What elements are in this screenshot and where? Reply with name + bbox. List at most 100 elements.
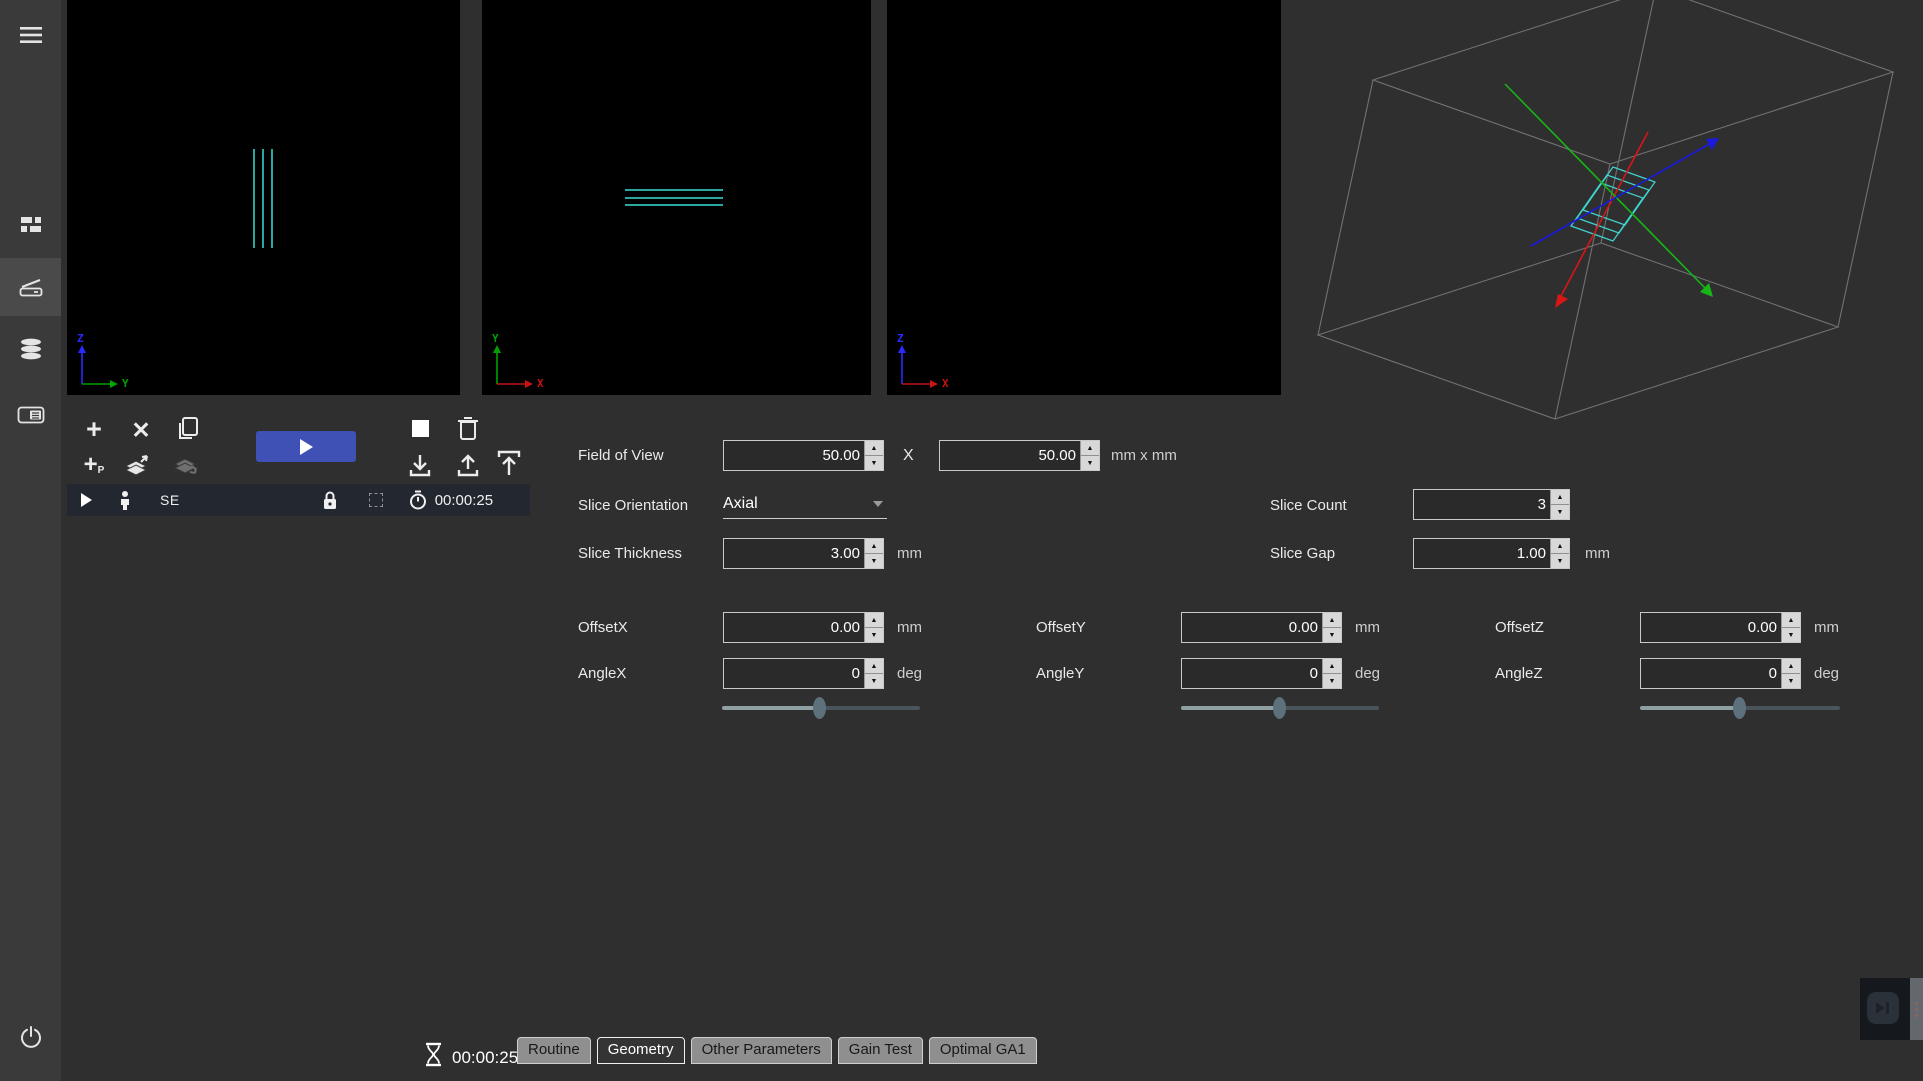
upload-button[interactable]: [450, 448, 486, 482]
slice-gap-input[interactable]: 1.00 ▲▼: [1413, 538, 1570, 569]
viewport-yx[interactable]: Y X: [482, 0, 871, 395]
anglex-label: AngleX: [578, 658, 626, 689]
power-button[interactable]: [0, 1008, 61, 1066]
slice-stack-3d: [1571, 167, 1655, 241]
spinner-down-icon[interactable]: ▼: [865, 674, 883, 688]
slice-orientation-select[interactable]: Axial: [723, 489, 887, 519]
anglez-input[interactable]: 0 ▲▼: [1640, 658, 1801, 689]
download-button[interactable]: [402, 448, 438, 482]
export-layers-button[interactable]: [168, 448, 204, 482]
viewport-zx[interactable]: Z X: [887, 0, 1281, 395]
spinner-down-icon[interactable]: ▼: [1323, 628, 1341, 642]
spinner-up-icon[interactable]: ▲: [1081, 441, 1099, 456]
spinner-down-icon[interactable]: ▼: [865, 554, 883, 568]
slice-gap-spinner: ▲▼: [1550, 539, 1569, 568]
fov-height-input[interactable]: 50.00 ▲▼: [939, 440, 1100, 471]
overlay-widget[interactable]: [1860, 978, 1923, 1040]
viewport-zy[interactable]: Z Y: [67, 0, 460, 395]
spinner-up-icon[interactable]: ▲: [1782, 613, 1800, 628]
sequence-duration: 00:00:25: [435, 492, 493, 509]
three-d-view[interactable]: [1281, 0, 1923, 432]
sequence-play-icon[interactable]: [81, 493, 92, 507]
field-of-view-label: Field of View: [578, 440, 664, 471]
slice-count-input[interactable]: 3 ▲▼: [1413, 489, 1570, 520]
offsetz-value: 0.00: [1641, 613, 1781, 642]
anglez-slider[interactable]: [1640, 697, 1840, 719]
offsetx-input[interactable]: 0.00 ▲▼: [723, 612, 884, 643]
spinner-up-icon[interactable]: ▲: [865, 613, 883, 628]
anglex-input[interactable]: 0 ▲▼: [723, 658, 884, 689]
spinner-up-icon[interactable]: ▲: [1551, 490, 1569, 505]
spinner-up-icon[interactable]: ▲: [865, 659, 883, 674]
selection-box-icon[interactable]: [369, 493, 383, 507]
remove-button[interactable]: ✕: [123, 413, 159, 447]
angley-input[interactable]: 0 ▲▼: [1181, 658, 1342, 689]
add-sequence-button[interactable]: +: [76, 412, 112, 446]
sidebar-item-dashboard[interactable]: [0, 196, 61, 254]
upload-all-button[interactable]: [491, 446, 527, 480]
offsetz-input[interactable]: 0.00 ▲▼: [1640, 612, 1801, 643]
slice-thickness-value: 3.00: [724, 539, 864, 568]
spinner-up-icon[interactable]: ▲: [865, 539, 883, 554]
hamburger-menu-button[interactable]: [0, 6, 61, 64]
spinner-down-icon[interactable]: ▼: [1782, 628, 1800, 642]
spinner-down-icon[interactable]: ▼: [865, 456, 883, 470]
widget-handle[interactable]: [1910, 978, 1923, 1040]
spinner-down-icon[interactable]: ▼: [1323, 674, 1341, 688]
slice-thickness-unit: mm: [897, 538, 922, 569]
slider-thumb[interactable]: [813, 697, 826, 719]
tab-gain-test[interactable]: Gain Test: [838, 1037, 923, 1064]
angley-value: 0: [1182, 659, 1322, 688]
spinner-down-icon[interactable]: ▼: [865, 628, 883, 642]
spinner-up-icon[interactable]: ▲: [1323, 613, 1341, 628]
spinner-down-icon[interactable]: ▼: [1551, 554, 1569, 568]
slice-line: [625, 204, 723, 206]
axis-label-horizontal: X: [537, 377, 544, 390]
delete-button[interactable]: [450, 411, 486, 445]
offsetx-label: OffsetX: [578, 612, 628, 643]
slice-gap-value: 1.00: [1414, 539, 1550, 568]
spinner-down-icon[interactable]: ▼: [1782, 674, 1800, 688]
spinner-up-icon[interactable]: ▲: [1782, 659, 1800, 674]
spinner-up-icon[interactable]: ▲: [1323, 659, 1341, 674]
offsetx-value: 0.00: [724, 613, 864, 642]
layers-export-icon: [172, 452, 200, 478]
offsety-input[interactable]: 0.00 ▲▼: [1181, 612, 1342, 643]
slice-gap-label: Slice Gap: [1270, 538, 1335, 569]
spinner-up-icon[interactable]: ▲: [1551, 539, 1569, 554]
tab-optimal-ga1[interactable]: Optimal GA1: [929, 1037, 1037, 1064]
angley-slider[interactable]: [1181, 697, 1379, 719]
slider-track: [1280, 706, 1379, 710]
copy-button[interactable]: [170, 412, 206, 446]
run-sequence-button[interactable]: [256, 431, 356, 462]
slider-track: [1740, 706, 1840, 710]
lock-icon[interactable]: [322, 491, 338, 510]
axis-label-horizontal: Y: [122, 377, 129, 390]
download-icon: [408, 452, 432, 478]
spinner-down-icon[interactable]: ▼: [1551, 505, 1569, 519]
slice-count-label: Slice Count: [1270, 490, 1347, 521]
sidebar-item-records[interactable]: [0, 386, 61, 444]
slider-thumb[interactable]: [1273, 697, 1286, 719]
slice-thickness-input[interactable]: 3.00 ▲▼: [723, 538, 884, 569]
wireframe-cube: [1318, 0, 1893, 419]
power-icon: [19, 1025, 43, 1049]
anglex-slider[interactable]: [722, 697, 920, 719]
fov-width-input[interactable]: 50.00 ▲▼: [723, 440, 884, 471]
spinner-down-icon[interactable]: ▼: [1081, 456, 1099, 470]
stop-button[interactable]: [402, 411, 438, 445]
sequence-row[interactable]: SE 00:00:25: [67, 484, 530, 516]
tab-other-parameters[interactable]: Other Parameters: [691, 1037, 832, 1064]
tab-geometry[interactable]: Geometry: [597, 1037, 685, 1064]
sequence-name: SE: [160, 492, 180, 508]
skip-next-icon[interactable]: [1867, 992, 1899, 1024]
add-point-button[interactable]: +P: [76, 448, 112, 482]
save-layers-button[interactable]: [119, 448, 155, 482]
tab-routine[interactable]: Routine: [517, 1037, 591, 1064]
slice-gap-unit: mm: [1585, 538, 1610, 569]
sidebar-item-scanner[interactable]: [0, 258, 61, 316]
sidebar-item-database[interactable]: [0, 320, 61, 378]
spinner-up-icon[interactable]: ▲: [865, 441, 883, 456]
ellipsis-dot: [1915, 1014, 1918, 1017]
slider-thumb[interactable]: [1733, 697, 1746, 719]
